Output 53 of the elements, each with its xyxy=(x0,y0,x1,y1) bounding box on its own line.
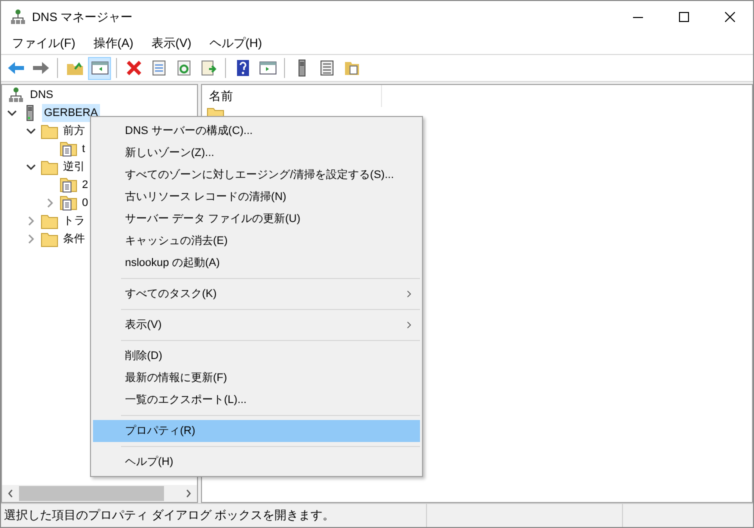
back-arrow-icon xyxy=(6,59,24,77)
tree-item[interactable]: DNS xyxy=(28,86,56,104)
menu-option[interactable]: サーバー データ ファイルの更新(U) xyxy=(93,208,420,230)
tree-item[interactable]: 2 xyxy=(80,176,90,194)
expanded-chevron-icon[interactable] xyxy=(26,162,36,172)
menu-option[interactable]: DNS サーバーの構成(C)... xyxy=(93,120,420,142)
menu-item[interactable]: 操作(A) xyxy=(84,33,142,53)
tree-item[interactable]: GERBERA xyxy=(42,104,100,122)
tree-item[interactable]: 前方 xyxy=(61,122,87,140)
menu-option[interactable]: 最新の情報に更新(F) xyxy=(93,367,420,389)
action-pane-icon xyxy=(258,59,276,77)
tree-item[interactable]: 逆引 xyxy=(61,158,87,176)
menu-option[interactable]: すべてのタスク(K) xyxy=(93,283,420,305)
zone-document-icon xyxy=(60,177,76,193)
column-header[interactable]: 名前 xyxy=(202,85,382,107)
app-icon xyxy=(10,8,26,24)
close-icon xyxy=(725,12,735,22)
folder-documents-icon xyxy=(342,59,360,77)
tree-item[interactable]: t xyxy=(80,140,88,158)
zone-document-icon xyxy=(60,195,76,211)
menu-option[interactable]: 表示(V) xyxy=(93,314,420,336)
console-tree-icon xyxy=(90,59,108,77)
menu-option[interactable]: すべてのゾーンに対しエージング/清掃を設定する(S)... xyxy=(93,164,420,186)
folder-icon xyxy=(40,232,58,246)
menu-option[interactable]: 削除(D) xyxy=(93,345,420,367)
maximize-icon xyxy=(679,12,689,22)
status-text: 選択した項目のプロパティ ダイアログ ボックスを開きます。 xyxy=(1,504,427,527)
window-title: DNS マネージャー xyxy=(32,8,133,26)
properties-icon xyxy=(150,59,168,77)
toolbar-button[interactable] xyxy=(88,56,111,80)
folder-icon xyxy=(40,160,58,174)
export-list-icon xyxy=(200,59,218,77)
folder-icon xyxy=(40,214,58,228)
menu-option[interactable]: 一覧のエクスポート(L)... xyxy=(93,389,420,411)
tree-item[interactable]: トラ xyxy=(61,212,87,230)
menu-option[interactable]: プロパティ(R) xyxy=(93,420,420,442)
menu-option[interactable]: ヘルプ(H) xyxy=(93,451,420,473)
menu-option[interactable]: キャッシュの消去(E) xyxy=(93,230,420,252)
list-icon xyxy=(318,59,336,77)
zone-document-icon xyxy=(60,141,76,157)
horizontal-scrollbar[interactable] xyxy=(2,485,197,502)
menu-item[interactable]: ヘルプ(H) xyxy=(200,33,271,53)
menu-option[interactable]: nslookup の起動(A) xyxy=(93,252,420,274)
delete-icon xyxy=(124,59,142,77)
menu-item[interactable]: 表示(V) xyxy=(142,33,200,53)
forward-arrow-icon xyxy=(32,59,50,77)
dns-network-icon xyxy=(8,87,24,103)
menu-option[interactable]: 古いリソース レコードの清掃(N) xyxy=(93,186,420,208)
refresh-icon xyxy=(174,59,192,77)
tree-item[interactable]: 条件 xyxy=(61,230,87,248)
tree-item[interactable]: 0 xyxy=(80,194,90,212)
menu-item[interactable]: ファイル(F) xyxy=(3,33,84,53)
menu-option[interactable]: 新しいゾーン(Z)... xyxy=(93,142,420,164)
